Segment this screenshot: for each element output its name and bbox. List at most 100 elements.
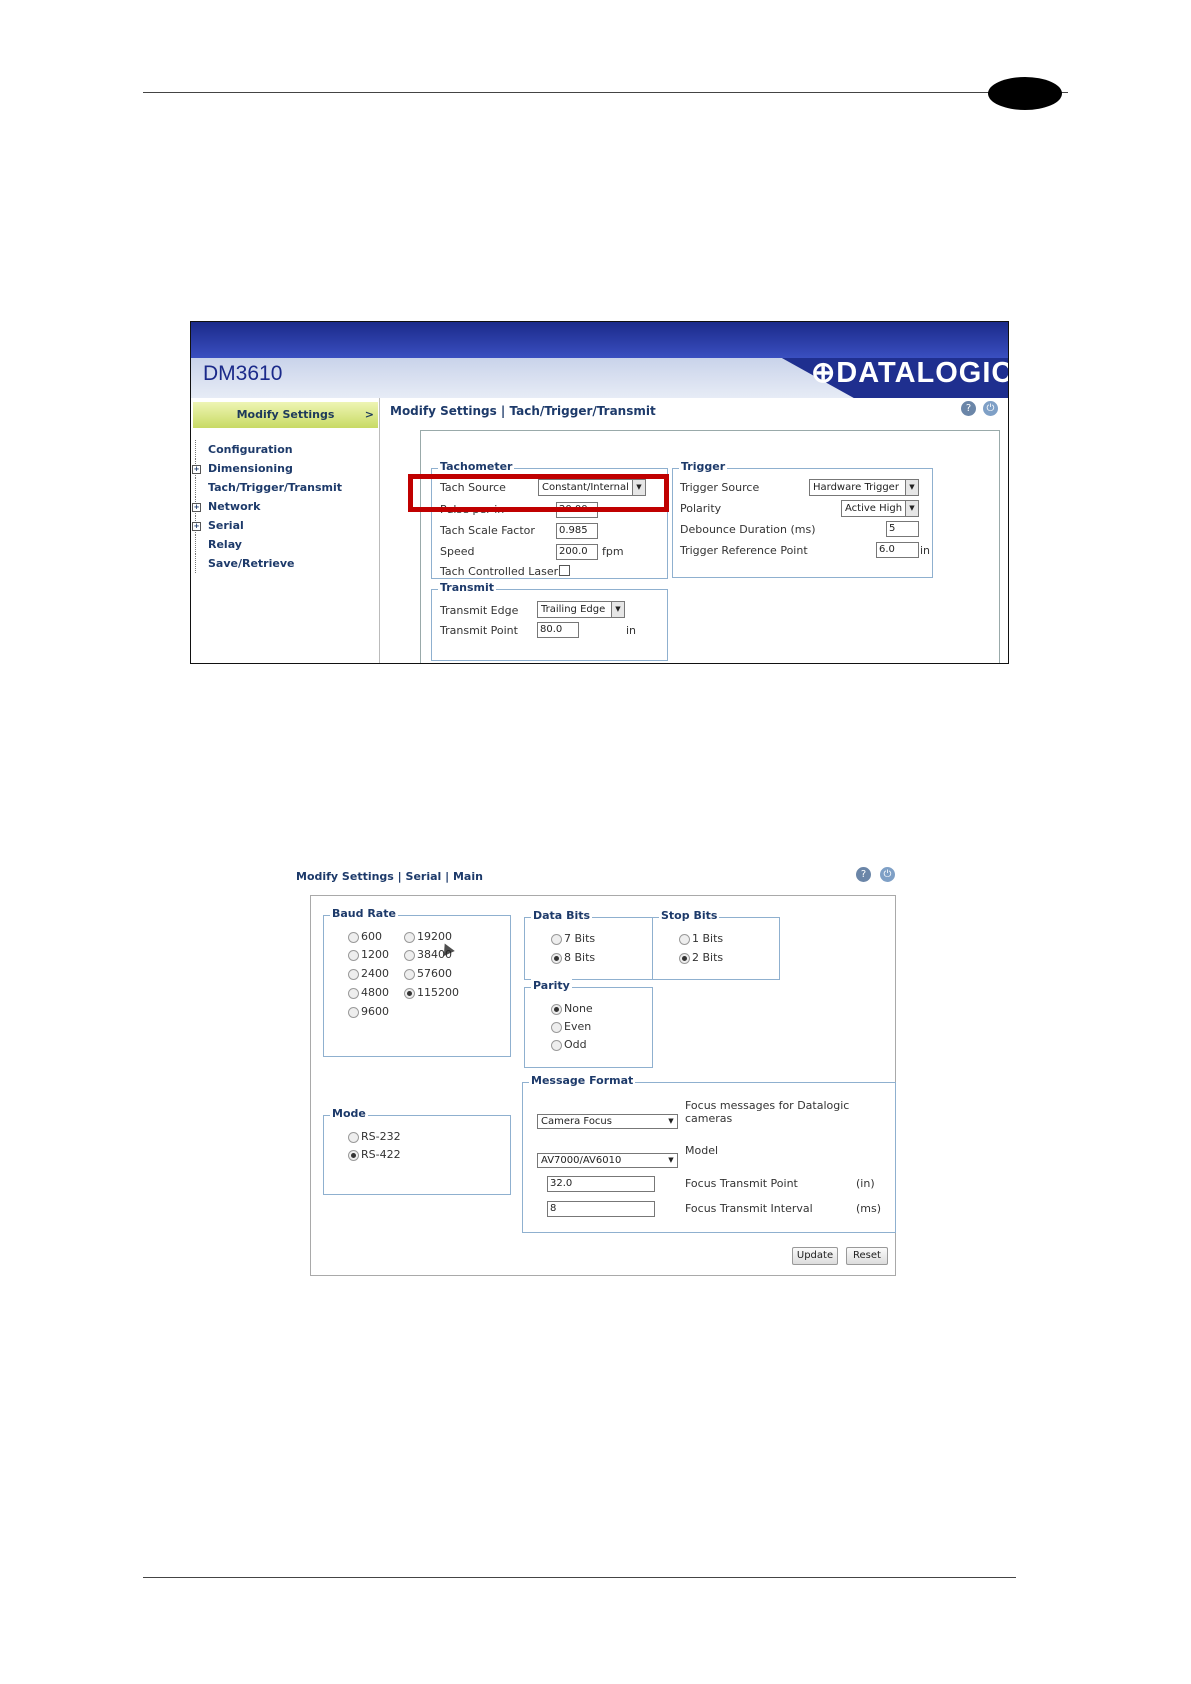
radio-icon [404,969,415,980]
baud-radio-600[interactable]: 600 [348,930,382,944]
help-icon[interactable]: ? [961,401,976,416]
transmit-point-input[interactable]: 80.0 [537,622,579,638]
trigger-source-label: Trigger Source [680,481,760,494]
dropdown-arrow-icon: ▼ [665,1154,677,1167]
parity-radio-odd[interactable]: Odd [551,1038,587,1052]
baud-radio-2400[interactable]: 2400 [348,967,389,981]
stop-bits-radio-2[interactable]: 2 Bits [679,951,723,965]
focus-transmit-point-label: Focus Transmit Point [685,1177,798,1190]
trigger-group: Trigger Trigger Source Hardware Trigger ▼… [672,460,933,578]
radio-icon [348,932,359,943]
breadcrumb: Modify Settings | Tach/Trigger/Transmit [390,404,656,418]
mode-title: Mode [330,1107,368,1120]
datalogic-logo: ⊕DATALOGICTM [811,357,1009,389]
tree-item-network[interactable]: + Network [192,497,377,516]
tachometer-title: Tachometer [438,460,515,473]
data-bits-group: Data Bits 7 Bits 8 Bits [524,909,653,980]
radio-selected-icon [551,1004,562,1015]
message-format-group: Message Format Camera Focus ▼ Focus messa… [522,1074,896,1233]
mode-radio-rs422[interactable]: RS-422 [348,1148,401,1162]
radio-icon [348,1132,359,1143]
parity-group: Parity None Even Odd [524,979,653,1068]
radio-icon [348,988,359,999]
tach-source-highlight [408,474,669,512]
trigger-title: Trigger [679,460,728,473]
baud-radio-115200[interactable]: 115200 [404,986,459,1000]
trigger-reference-point-input[interactable]: 6.0 [876,542,919,558]
radio-selected-icon [679,953,690,964]
speed-unit: fpm [602,545,624,558]
serial-breadcrumb: Modify Settings | Serial | Main [296,870,483,883]
trigger-reference-point-label: Trigger Reference Point [680,544,808,557]
dropdown-arrow-icon: ▼ [611,602,624,617]
message-format-description: Focus messages for Datalogic cameras [685,1099,850,1125]
focus-transmit-interval-input[interactable]: 8 [547,1201,655,1217]
speed-label: Speed [440,545,475,558]
chapter-tab-marker [988,77,1062,110]
transmit-point-label: Transmit Point [440,624,518,637]
radio-icon [348,969,359,980]
model-select[interactable]: AV7000/AV6010 ▼ [537,1153,678,1168]
radio-icon [551,1040,562,1051]
reset-button[interactable]: Reset [846,1247,888,1265]
parity-radio-even[interactable]: Even [551,1020,591,1034]
footer-rule [143,1577,1016,1578]
transmit-title: Transmit [438,581,497,594]
tree-item-serial[interactable]: + Serial [192,516,377,535]
mode-radio-rs232[interactable]: RS-232 [348,1130,401,1144]
stop-bits-radio-1[interactable]: 1 Bits [679,932,723,946]
tree-item-relay[interactable]: Relay [195,535,377,554]
tree-item-dimensioning[interactable]: + Dimensioning [192,459,377,478]
serial-settings-panel: Baud Rate 600 1200 2400 4800 9600 19200 … [310,895,896,1276]
focus-transmit-point-input[interactable]: 32.0 [547,1176,655,1192]
data-bits-radio-8[interactable]: 8 Bits [551,951,595,965]
radio-icon [551,1022,562,1033]
help-icon[interactable]: ? [856,867,871,882]
tach-scale-factor-input[interactable]: 0.985 [556,523,598,539]
power-icon[interactable]: ⏻ [983,401,998,416]
baud-radio-4800[interactable]: 4800 [348,986,389,1000]
radio-selected-icon [404,988,415,999]
tree-item-configuration[interactable]: Configuration [195,440,377,459]
data-bits-radio-7[interactable]: 7 Bits [551,932,595,946]
modify-settings-button[interactable]: Modify Settings > [193,402,378,428]
stop-bits-title: Stop Bits [659,909,720,922]
trigger-source-select[interactable]: Hardware Trigger ▼ [809,479,919,496]
power-icon[interactable]: ⏻ [880,867,895,882]
baud-radio-9600[interactable]: 9600 [348,1005,389,1019]
expand-icon: + [192,522,201,531]
chevron-right-icon: > [364,408,374,421]
expand-icon: + [192,503,201,512]
tach-controlled-laser-checkbox[interactable] [559,565,570,576]
product-name: DM3610 [203,362,283,385]
model-label: Model [685,1144,719,1157]
baud-radio-57600[interactable]: 57600 [404,967,452,981]
radio-icon [679,934,690,945]
focus-transmit-point-unit: (in) [856,1177,875,1190]
header-rule [143,92,1068,93]
data-bits-title: Data Bits [531,909,593,922]
tree-item-tach-trigger-transmit[interactable]: Tach/Trigger/Transmit [195,478,377,497]
radio-icon [404,950,415,961]
polarity-label: Polarity [680,502,722,515]
radio-icon [348,1007,359,1018]
header-band [191,322,1008,358]
radio-icon [404,932,415,943]
stop-bits-group: Stop Bits 1 Bits 2 Bits [652,909,780,980]
tach-scale-factor-label: Tach Scale Factor [440,524,535,537]
baud-radio-1200[interactable]: 1200 [348,948,389,962]
baud-radio-19200[interactable]: 19200 [404,930,452,944]
update-button[interactable]: Update [792,1247,838,1265]
speed-input[interactable]: 200.0 [556,544,598,560]
baud-rate-title: Baud Rate [330,907,398,920]
parity-radio-none[interactable]: None [551,1002,593,1016]
polarity-select[interactable]: Active High ▼ [841,500,919,517]
debounce-duration-input[interactable]: 5 [886,521,919,537]
transmit-edge-select[interactable]: Trailing Edge ▼ [537,601,625,618]
tach-trigger-transmit-screenshot: DM3610 ⊕DATALOGICTM Modify Settings > Co… [190,321,1009,664]
debounce-duration-label: Debounce Duration (ms) [680,523,816,536]
dropdown-arrow-icon: ▼ [905,480,918,495]
message-format-select[interactable]: Camera Focus ▼ [537,1114,678,1129]
radio-icon [551,934,562,945]
tree-item-save-retrieve[interactable]: Save/Retrieve [195,554,377,573]
